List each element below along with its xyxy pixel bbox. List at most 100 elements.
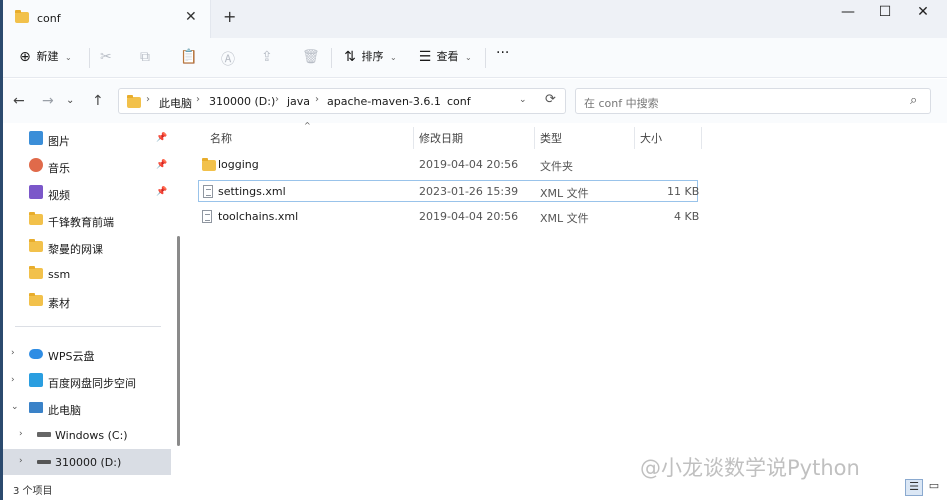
- column-header-name[interactable]: 名称: [210, 130, 232, 146]
- pin-icon[interactable]: 📌: [156, 133, 167, 143]
- music-icon: [29, 158, 43, 172]
- view-button[interactable]: ☰ 查看 ⌄: [417, 48, 472, 65]
- this-pc-icon: [29, 402, 43, 413]
- column-divider[interactable]: [634, 127, 635, 149]
- sidebar-item-videos[interactable]: 视频 📌: [3, 180, 171, 206]
- sidebar-item-qianfeng[interactable]: 千锋教育前端: [3, 207, 171, 233]
- sidebar-item-pictures[interactable]: 图片 📌: [3, 126, 171, 152]
- column-divider[interactable]: [413, 127, 414, 149]
- toolbar-divider: [485, 48, 486, 68]
- sidebar-item-label: 310000 (D:): [55, 456, 122, 469]
- file-row-logging[interactable]: logging 2019-04-04 20:56 文件夹: [198, 154, 698, 176]
- tab-close-button[interactable]: ✕: [185, 9, 197, 25]
- more-options-button[interactable]: ···: [496, 45, 509, 61]
- sidebar-item-windows-c[interactable]: › Windows (C:): [3, 422, 171, 448]
- view-lines-icon: ☰: [418, 49, 432, 65]
- column-header-size[interactable]: 大小: [640, 130, 662, 146]
- chevron-down-icon[interactable]: ⌄: [11, 402, 19, 412]
- chevron-right-icon[interactable]: ›: [19, 456, 23, 466]
- plus-circle-icon: ⊕: [19, 49, 31, 65]
- copy-icon[interactable]: ⧉: [140, 49, 150, 65]
- column-header-type[interactable]: 类型: [540, 130, 562, 146]
- file-row-toolchains[interactable]: toolchains.xml 2019-04-04 20:56 XML 文件 4…: [198, 206, 700, 228]
- sidebar-item-label: 千锋教育前端: [48, 216, 114, 229]
- sidebar-item-this-pc[interactable]: ⌄ 此电脑: [3, 395, 171, 421]
- sidebar-item-label: 素材: [48, 297, 70, 310]
- details-view-icon[interactable]: ☰: [905, 479, 923, 496]
- share-icon[interactable]: ⇪: [261, 49, 273, 65]
- search-icon[interactable]: ⌕: [910, 93, 917, 108]
- sidebar-divider: [15, 326, 161, 327]
- sort-ascending-icon: ^: [304, 121, 311, 130]
- sort-button[interactable]: ⇅ 排序 ⌄: [342, 48, 397, 65]
- chevron-down-icon: ⌄: [65, 52, 72, 62]
- column-divider[interactable]: [534, 127, 535, 149]
- tab-conf[interactable]: conf ✕: [3, 0, 211, 38]
- forward-arrow-icon[interactable]: →: [42, 93, 54, 109]
- sidebar-item-liman[interactable]: 黎曼的网课: [3, 234, 171, 260]
- sidebar-item-baidu-sync[interactable]: › 百度网盘同步空间: [3, 368, 171, 394]
- breadcrumb-this-pc[interactable]: 此电脑: [159, 95, 192, 111]
- folder-icon: [29, 212, 43, 225]
- sidebar-item-label: 百度网盘同步空间: [48, 377, 136, 390]
- chevron-right-icon[interactable]: ›: [11, 348, 15, 358]
- up-arrow-icon[interactable]: ↑: [92, 93, 104, 109]
- watermark: @小龙谈数学说Python: [640, 456, 860, 480]
- navigation-pane: 图片 📌 音乐 📌 视频 📌 千锋教育前端 黎曼的网课 ssm 素材 › WPS…: [3, 123, 183, 476]
- sidebar-item-label: 此电脑: [48, 404, 81, 417]
- new-button[interactable]: ⊕ 新建 ⌄: [17, 48, 72, 65]
- chevron-right-icon[interactable]: ›: [19, 429, 23, 439]
- rename-icon[interactable]: Ⓐ: [221, 49, 235, 69]
- refresh-icon[interactable]: ⟳: [545, 92, 556, 107]
- sidebar-scrollbar[interactable]: [177, 236, 180, 446]
- xml-file-icon: [203, 185, 213, 198]
- breadcrumb-separator-icon: ›: [435, 94, 439, 105]
- xml-file-icon: [202, 210, 212, 223]
- chevron-right-icon[interactable]: ›: [11, 375, 15, 385]
- folder-icon: [29, 266, 43, 279]
- file-modified: 2019-04-04 20:56: [419, 210, 519, 223]
- sidebar-item-label: Windows (C:): [55, 429, 128, 442]
- search-box[interactable]: 在 conf 中搜索 ⌕: [575, 88, 931, 114]
- column-divider[interactable]: [701, 127, 702, 149]
- tiles-view-icon[interactable]: ▭: [925, 479, 943, 496]
- address-bar[interactable]: › 此电脑 › 310000 (D:) › java › apache-mave…: [118, 88, 566, 114]
- sidebar-item-label: 视频: [48, 189, 70, 202]
- pin-icon[interactable]: 📌: [156, 160, 167, 170]
- breadcrumb-drive-d[interactable]: 310000 (D:): [209, 95, 275, 108]
- folder-icon: [127, 95, 141, 108]
- sidebar-item-label: 音乐: [48, 162, 70, 175]
- delete-icon[interactable]: 🗑: [302, 49, 320, 65]
- breadcrumb-java[interactable]: java: [287, 95, 310, 108]
- breadcrumb-separator-icon: ›: [275, 94, 279, 105]
- address-history-chevron-icon[interactable]: ⌄: [519, 95, 527, 105]
- column-header-modified[interactable]: 修改日期: [419, 130, 463, 146]
- sidebar-item-ssm[interactable]: ssm: [3, 261, 171, 287]
- new-tab-button[interactable]: +: [223, 7, 236, 26]
- sidebar-item-label: 图片: [48, 135, 70, 148]
- pin-icon[interactable]: 📌: [156, 187, 167, 197]
- sort-icon: ⇅: [344, 49, 356, 65]
- breadcrumb-separator-icon: ›: [146, 94, 150, 105]
- file-row-settings[interactable]: settings.xml 2023-01-26 15:39 XML 文件 11 …: [198, 180, 700, 202]
- sidebar-item-drive-d[interactable]: › 310000 (D:): [3, 449, 171, 475]
- sidebar-item-sucai[interactable]: 素材: [3, 288, 171, 314]
- paste-icon[interactable]: 📋: [180, 49, 197, 65]
- maximize-button[interactable]: ☐: [875, 4, 895, 24]
- file-size: 4 KB: [674, 210, 700, 223]
- address-row: ← → ⌄ ↑ › 此电脑 › 310000 (D:) › java › apa…: [3, 79, 947, 123]
- sort-label: 排序: [361, 50, 384, 63]
- file-modified: 2019-04-04 20:56: [419, 158, 519, 171]
- breadcrumb-apache-maven[interactable]: apache-maven-3.6.1: [327, 95, 441, 108]
- minimize-button[interactable]: —: [838, 4, 858, 24]
- cut-icon[interactable]: ✂: [100, 49, 112, 65]
- file-type: XML 文件: [540, 187, 589, 200]
- back-arrow-icon[interactable]: ←: [13, 93, 25, 109]
- sidebar-item-wps-cloud[interactable]: › WPS云盘: [3, 341, 171, 367]
- file-size: 11 KB: [667, 185, 700, 198]
- recent-chevron-icon[interactable]: ⌄: [66, 95, 74, 106]
- breadcrumb-conf[interactable]: conf: [447, 95, 471, 108]
- close-window-button[interactable]: ✕: [913, 4, 933, 24]
- pictures-icon: [29, 131, 43, 145]
- sidebar-item-music[interactable]: 音乐 📌: [3, 153, 171, 179]
